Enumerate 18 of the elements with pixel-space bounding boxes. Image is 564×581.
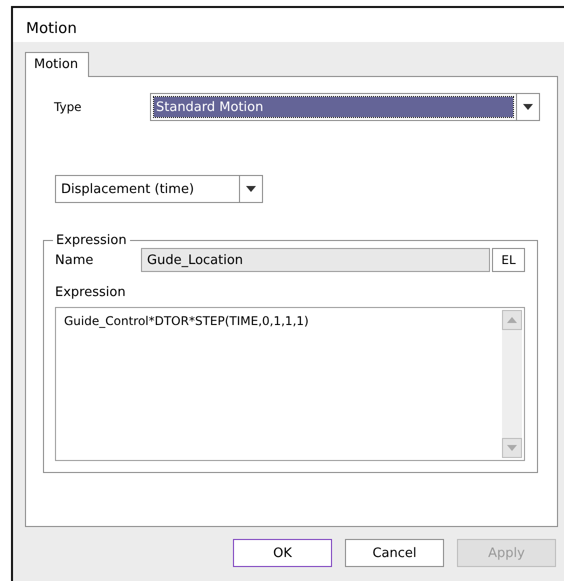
tab[interactable]: Motion [25,52,90,77]
dialog-button[interactable]: OK [233,539,332,567]
field-label: Type [54,100,83,114]
field-label: Expression [55,285,126,300]
window-title: Motion [25,18,78,39]
dropdown-arrow-icon [523,104,533,110]
field-label: Name [55,252,94,268]
el-button[interactable]: EL [492,248,525,272]
dropdown-arrow-icon [246,186,256,192]
name-field[interactable]: Gude_Location [141,248,490,272]
scroll-up-icon [507,317,517,323]
scroll-down-icon [507,445,517,451]
type-dropdown[interactable]: Standard Motion [150,93,540,121]
motion-kind-dropdown[interactable]: Displacement (time) [55,175,263,203]
dialog-button[interactable]: Cancel [345,539,444,567]
group-title: Expression [55,233,128,248]
scrollbar[interactable] [502,310,522,458]
expression-field[interactable]: Guide_Control*DTOR*STEP(TIME,0,1,1,1) [55,307,525,461]
